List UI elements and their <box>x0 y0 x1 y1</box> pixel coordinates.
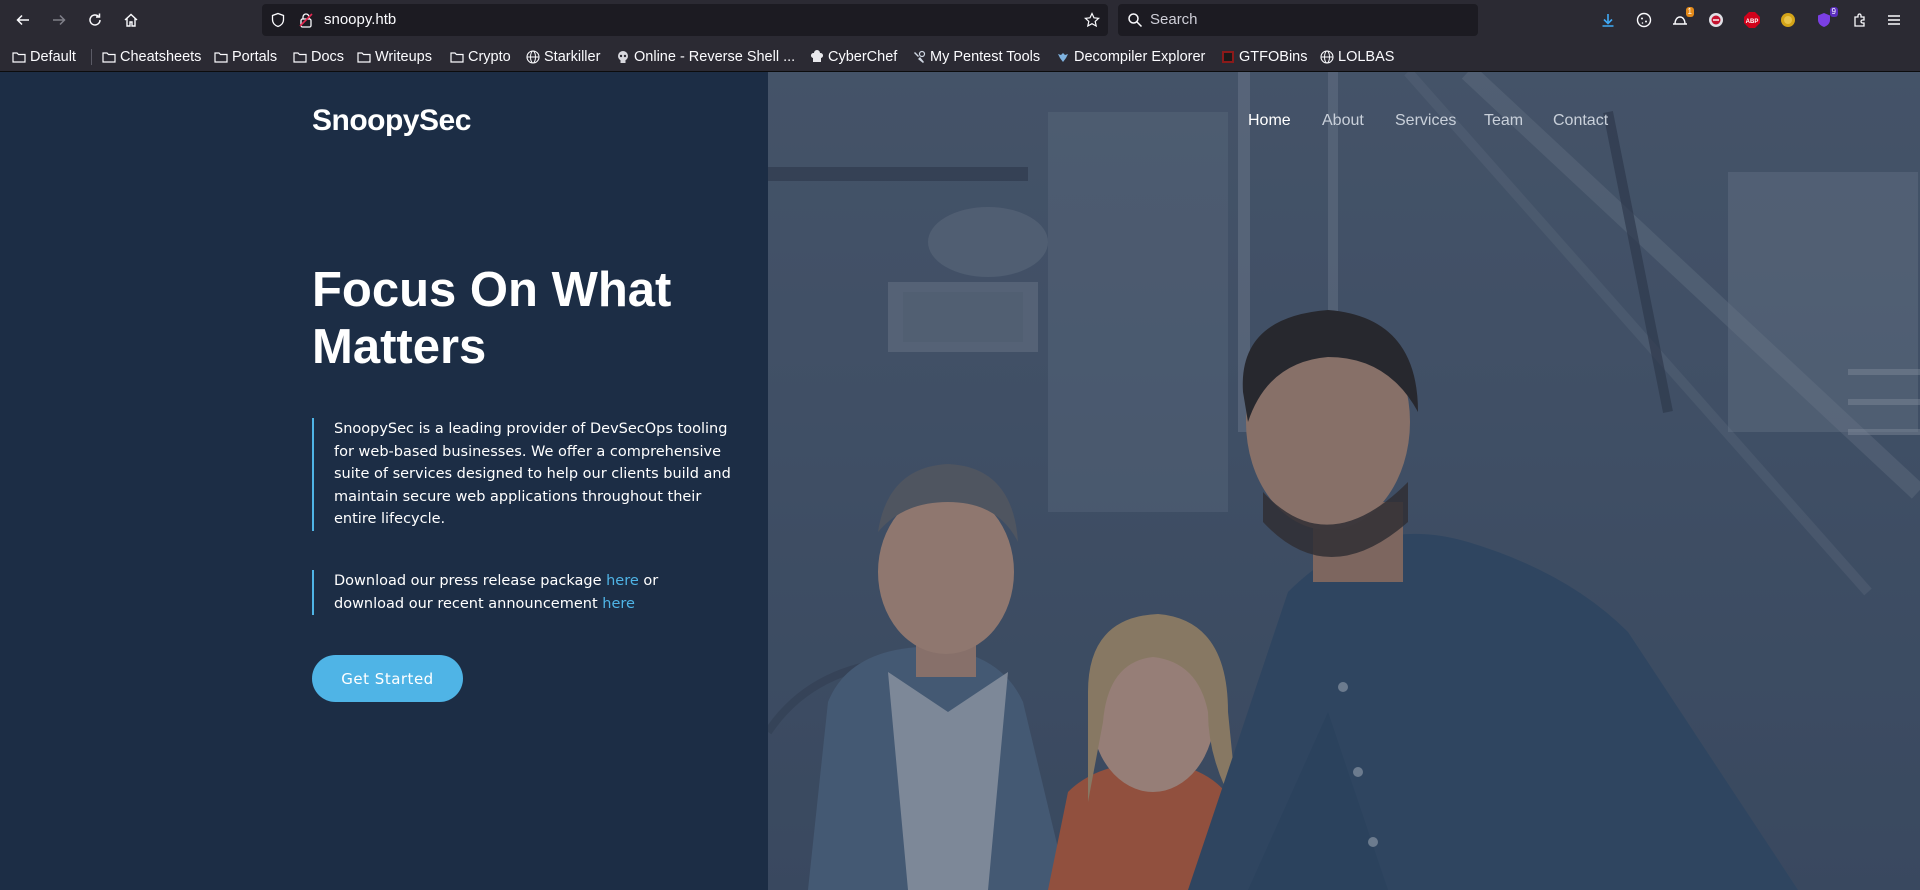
bookmark-docs[interactable]: Docs <box>293 47 344 67</box>
bookmark-separator <box>91 49 92 65</box>
shield-icon[interactable] <box>270 12 286 28</box>
hero-team-photo <box>768 72 1920 890</box>
extensions-button[interactable] <box>1850 10 1870 30</box>
bookmark-label: CyberChef <box>828 49 898 65</box>
folder-icon <box>214 52 228 63</box>
bookmark-gtfobins[interactable]: GTFOBins <box>1221 47 1307 67</box>
bookmark-label: My Pentest Tools <box>930 49 1041 65</box>
announcement-link[interactable]: here <box>602 596 635 612</box>
bookmark-label: Docs <box>311 49 345 65</box>
folder-icon <box>357 52 371 63</box>
coin-extension-button[interactable] <box>1778 10 1798 30</box>
hack-tools-extension-button[interactable]: 1 <box>1670 7 1694 30</box>
dogbolt-icon <box>1058 53 1068 62</box>
bookmark-decompiler-explorer[interactable]: Decompiler Explorer <box>1056 47 1205 67</box>
bookmark-lolbas[interactable]: LOLBAS <box>1320 47 1394 67</box>
bookmark-crypto[interactable]: Crypto <box>450 47 511 67</box>
adblock-extension-button[interactable]: ABP <box>1742 10 1762 30</box>
bookmark-label: Crypto <box>468 49 511 65</box>
bookmark-label: Starkiller <box>544 49 601 65</box>
wappalyzer-extension-button[interactable] <box>1706 10 1726 30</box>
arrow-left-icon <box>16 14 29 26</box>
hamburger-menu-icon <box>1888 15 1900 25</box>
company-intro: SnoopySec is a leading provider of DevSe… <box>312 418 732 531</box>
cookie-extension-button[interactable] <box>1634 10 1654 30</box>
bookmark-label: Writeups <box>375 49 432 65</box>
bookmark-portals[interactable]: Portals <box>214 47 277 67</box>
downloads-button[interactable] <box>1598 10 1618 30</box>
bookmark-star-icon[interactable] <box>1084 12 1100 28</box>
web-page: SnoopySec Home About Services Team Conta… <box>0 72 1920 890</box>
reload-button[interactable] <box>84 9 106 31</box>
search-icon <box>1128 13 1143 28</box>
download-icon <box>1602 14 1614 27</box>
nav-link-contact[interactable]: Contact <box>1553 112 1608 130</box>
bookmark-cheatsheets[interactable]: Cheatsheets <box>102 47 201 67</box>
home-icon <box>124 13 138 27</box>
coin-icon <box>1781 13 1795 27</box>
press-release-link[interactable]: here <box>606 573 639 589</box>
back-button[interactable] <box>12 9 34 31</box>
browser-toolbar: snoopy.htb Search 1 ABP 9 <box>0 0 1920 41</box>
bookmark-label: Decompiler Explorer <box>1074 49 1206 65</box>
press-download-note: Download our press release package here … <box>312 570 732 615</box>
bookmark-label: Online - Reverse Shell ... <box>634 49 796 65</box>
puzzle-icon <box>1854 13 1865 27</box>
url-text[interactable]: snoopy.htb <box>324 11 396 28</box>
extension-badge: 9 <box>1829 7 1838 17</box>
insecure-lock-icon[interactable] <box>298 12 314 28</box>
svg-text:ABP: ABP <box>1746 19 1759 25</box>
folder-icon <box>12 52 26 63</box>
hero-headline: Focus On What Matters <box>312 263 672 374</box>
nav-link-home[interactable]: Home <box>1248 112 1291 130</box>
reload-icon <box>89 13 101 26</box>
download-text-1: Download our press release package <box>334 573 607 589</box>
bookmark-reverse-shell[interactable]: Online - Reverse Shell ... <box>616 47 795 67</box>
shield-extension-button[interactable]: 9 <box>1814 7 1838 30</box>
search-placeholder[interactable]: Search <box>1150 11 1198 28</box>
site-logo[interactable]: SnoopySec <box>312 104 471 138</box>
get-started-button[interactable]: Get Started <box>312 655 463 702</box>
bookmark-default[interactable]: Default <box>12 47 76 67</box>
bookmark-label: Default <box>30 49 76 65</box>
bookmark-writeups[interactable]: Writeups <box>357 47 432 67</box>
search-bar[interactable]: Search <box>1118 4 1478 36</box>
bookmark-label: LOLBAS <box>1338 49 1395 65</box>
forward-button[interactable] <box>48 9 70 31</box>
skull-icon <box>618 51 628 63</box>
extension-badge: 1 <box>1685 7 1694 17</box>
nav-link-team[interactable]: Team <box>1484 112 1523 130</box>
home-button[interactable] <box>120 9 142 31</box>
bookmark-label: Portals <box>232 49 278 65</box>
folder-icon <box>450 52 464 63</box>
nav-link-services[interactable]: Services <box>1395 112 1456 130</box>
bookmark-my-pentest-tools[interactable]: My Pentest Tools <box>912 47 1040 67</box>
bookmark-label: GTFOBins <box>1239 49 1308 65</box>
arrow-right-icon <box>53 14 66 26</box>
adblock-icon: ABP <box>1744 12 1760 28</box>
chef-icon <box>810 50 824 62</box>
gtfobins-icon <box>1222 51 1234 63</box>
bookmarks-toolbar: Default Cheatsheets Portals Docs Writeup… <box>0 41 1920 72</box>
folder-icon <box>293 52 307 63</box>
globe-icon <box>1320 50 1334 64</box>
bookmark-starkiller[interactable]: Starkiller <box>526 47 600 67</box>
cookie-icon <box>1636 12 1652 28</box>
team-photo-illustration <box>768 72 1920 890</box>
bookmark-label: Cheatsheets <box>120 49 202 65</box>
bookmark-cyberchef[interactable]: CyberChef <box>810 47 897 67</box>
nav-link-about[interactable]: About <box>1322 112 1364 130</box>
wappalyzer-icon <box>1709 13 1723 27</box>
app-menu-button[interactable] <box>1884 10 1904 30</box>
folder-icon <box>102 52 116 63</box>
tools-icon <box>914 50 926 63</box>
address-bar[interactable]: snoopy.htb <box>262 4 1108 36</box>
globe-icon <box>526 50 540 64</box>
